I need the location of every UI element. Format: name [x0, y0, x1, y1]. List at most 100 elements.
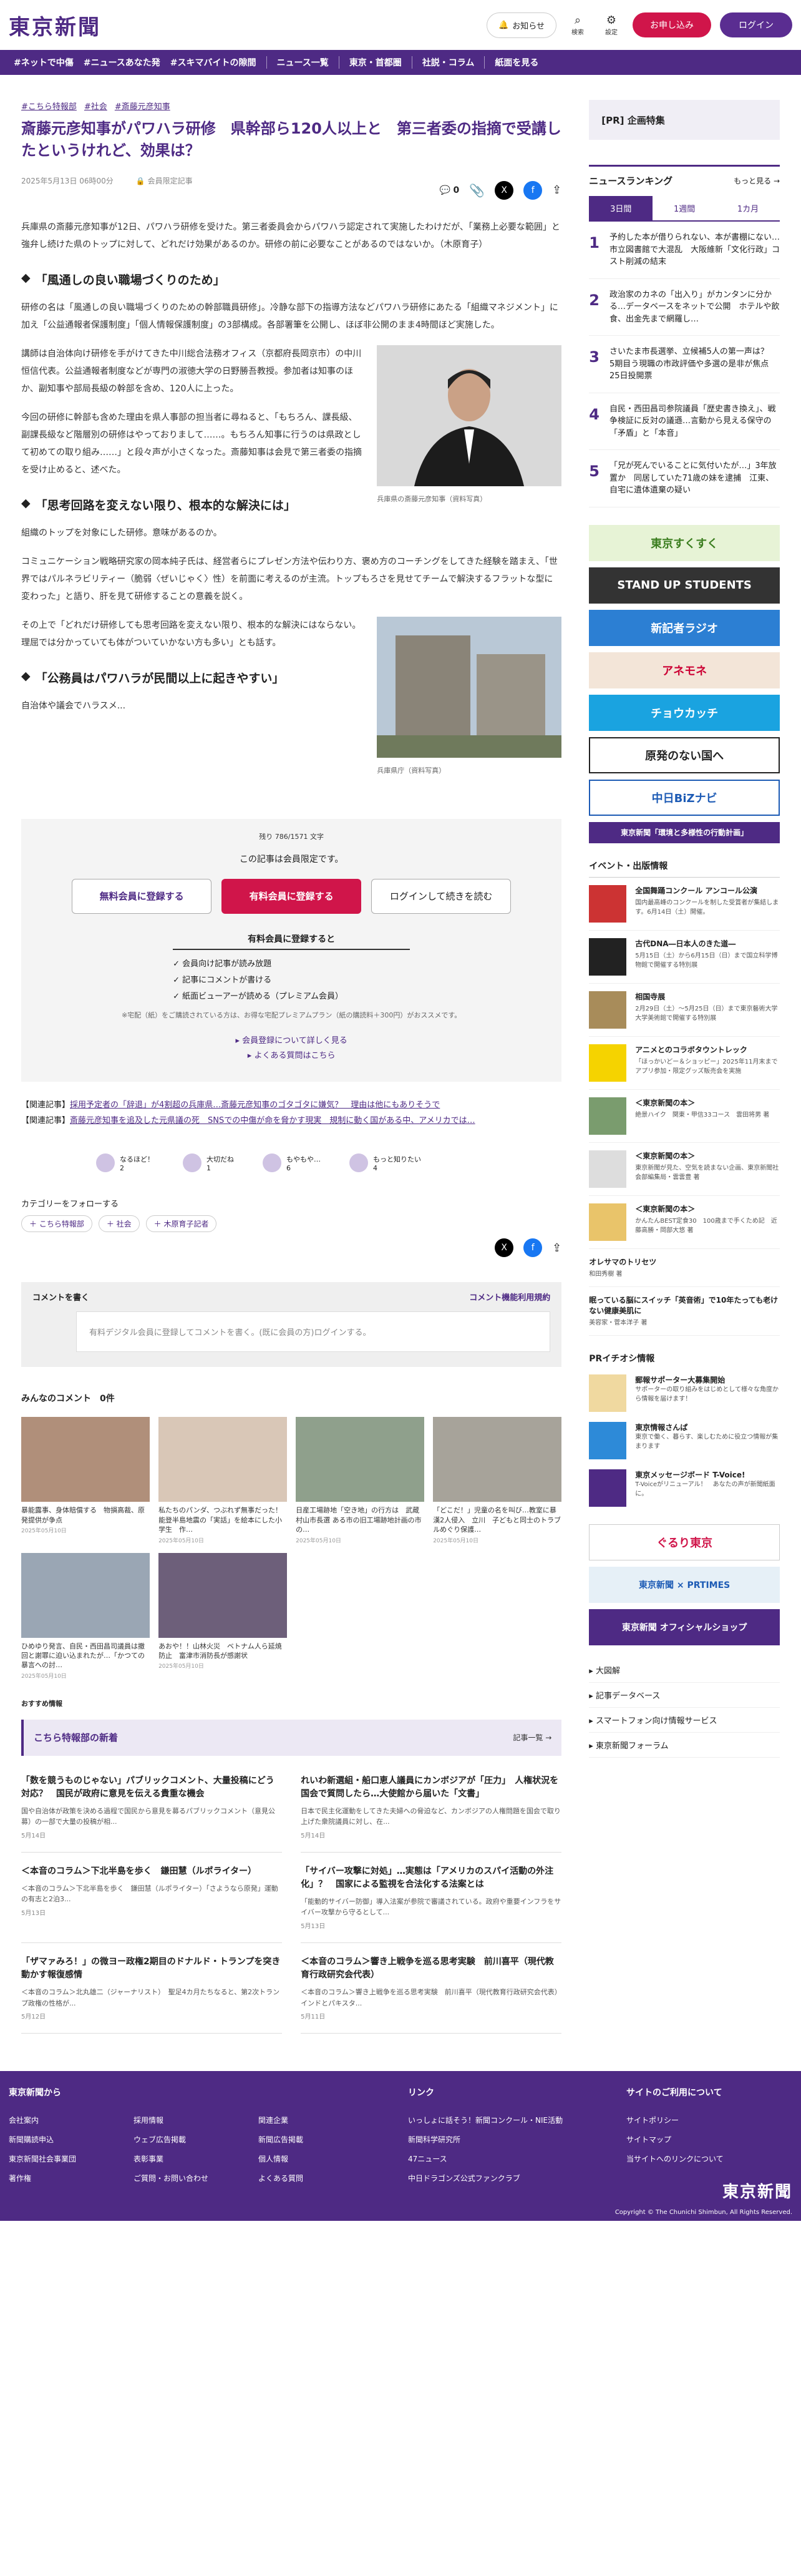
reaction-button[interactable]: なるほど！ 2 — [96, 1153, 154, 1173]
faq-link[interactable]: ▸ よくある質問はこちら — [46, 1049, 536, 1064]
banner[interactable]: 東京新聞 オフィシャルショップ — [589, 1609, 780, 1645]
tab-3days[interactable]: 3日間 — [589, 196, 653, 220]
follow-chip[interactable]: ＋ 社会 — [98, 1215, 140, 1233]
facebook-share-icon[interactable]: f — [523, 180, 543, 200]
banner[interactable]: 東京新聞 × PRTIMES — [589, 1566, 780, 1603]
channel-item[interactable]: 「サイバー攻撃に対処」…実態は「アメリカのスパイ活動の外注化」？ 国家による監視… — [301, 1853, 562, 1944]
banner[interactable]: 東京すくすく — [589, 524, 780, 561]
footer-link[interactable]: 個人情報 — [258, 2153, 358, 2164]
related-link[interactable]: 採用予定者の「辞退」が4割超の兵庫県…斎藤元彦知事のゴタゴタに嫌気？ 理由は他に… — [70, 1100, 440, 1110]
sidebar-link[interactable]: ▸ 東京新聞フォーラム — [589, 1733, 780, 1758]
footer-link[interactable]: ご質問・お問い合わせ — [134, 2173, 233, 2183]
thumb-card[interactable]: 私たちのパンダ、つぶれず無事だった！ 能登半島地震の「実話」を絵本にした小学生 … — [158, 1417, 289, 1544]
banner[interactable]: 新記者ラジオ — [589, 609, 780, 646]
nav-item[interactable]: #スキマバイトの隙間 — [170, 56, 256, 69]
banner[interactable]: STAND UP STUDENTS — [589, 567, 780, 604]
reaction-button[interactable]: もやもや… 6 — [263, 1153, 321, 1173]
channel-item[interactable]: 「ザマァみろ！」の微ヨー政権2期目のドナルド・トランプを突き動かす報復感情 ＜本音… — [21, 1943, 283, 2034]
banner[interactable]: 東京新聞「環境と多様性の行動計画」 — [589, 821, 780, 843]
footer-link[interactable]: 中日ドラゴンズ公式ファンクラブ — [408, 2173, 589, 2183]
footer-link[interactable]: ウェブ広告掲載 — [134, 2134, 233, 2145]
footer-link[interactable]: サイトポリシー — [626, 2115, 789, 2125]
nav-item[interactable]: 社説・コラム — [422, 56, 475, 69]
comment-input[interactable]: 有料デジタル会員に登録してコメントを書く。(既に会員の方)ログインする。 — [76, 1311, 551, 1353]
ranking-item[interactable]: 5 「兄が死んでいることに気付いたが…」3年放置か 同居していた71歳の妹を逮捕 … — [589, 450, 780, 507]
nav-item[interactable]: #ニュースあなた発 — [84, 56, 160, 69]
thumb-card[interactable]: あおや！！山林火災 ベトナム人ら延焼防止 富津市消防長が感謝状 2025年05月1… — [158, 1552, 288, 1680]
thumb-card[interactable]: 暴能露事、身体賠償する 物損高裁、原発提供が争点 2025年05月10日 — [21, 1417, 150, 1544]
event-item[interactable]: 全国舞踊コンクール アンコール公演 国内最高峰のコンクールを制した受賞者が集結しま… — [589, 878, 780, 931]
tag-link[interactable]: #社会 — [84, 100, 107, 112]
thumb-card[interactable]: ひめゆり発言、自民・西田昌司議員は撤回と謝罪に迫い込まれたが…「かつての暴言への… — [21, 1552, 150, 1680]
channel-item[interactable]: ＜本音のコラム＞響き上戦争を巡る思考実験 前川喜平（現代教育行政研究会代表） ＜本… — [301, 1943, 565, 2034]
footer-link[interactable]: 新聞広告掲載 — [258, 2134, 358, 2145]
thumb-card[interactable]: 「どこだ！」児童の名を叫び…教室に暴漢2人侵入 立川 子どもと同士のトラブルめぐ… — [433, 1417, 562, 1544]
tag-link[interactable]: #斎藤元彦知事 — [115, 100, 170, 112]
pr-item[interactable]: 東京メッセージボード T-Voice! T-Voiceがリニューアル！ あなたの声… — [589, 1469, 780, 1507]
login-button[interactable]: ログイン — [720, 12, 792, 37]
footer-link[interactable]: 当サイトへのリンクについて — [626, 2153, 789, 2164]
thumb-card[interactable]: 日産工場跡地「空き地」の行方は 武蔵村山市長選 ある市の旧工場跡地計画の市の… 2… — [296, 1417, 425, 1544]
event-item[interactable]: ＜東京新聞の本＞ 東京新聞が見た、空気を読まない企画、東京新聞社会部編集局・雲雲豊… — [589, 1143, 780, 1196]
channel-item[interactable]: れいわ新選組・船口恵人議員にカンボジアが「圧力」 人権状況を国会で質問したら…大… — [301, 1762, 562, 1853]
facebook-share-icon[interactable]: f — [523, 1238, 543, 1258]
nav-item[interactable]: #ネットで中傷 — [14, 56, 74, 69]
sidebar-link[interactable]: ▸ 記事データベース — [589, 1683, 780, 1708]
follow-chip[interactable]: ＋ こちら特報部 — [21, 1215, 92, 1233]
event-item[interactable]: 古代DNA―日本人のきた道― 5月15日（土）から6月15日（日）まで国立科学博物… — [589, 931, 780, 984]
channel-item[interactable]: 「数を競うものじゃない」パブリックコメント、大量投稿にどう対応？ 国民が政府に意… — [21, 1762, 283, 1853]
footer-link[interactable]: 会社案内 — [9, 2115, 109, 2125]
footer-link[interactable]: サイトマップ — [626, 2134, 789, 2145]
event-item[interactable]: 相国寺展 2月29日（土）～5月25日（日）まで東京藝術大学大学美術館で開催する特… — [589, 984, 780, 1037]
pr-item[interactable]: 東京情報さんぱ 東京で働く、暮らす、楽しむために役立つ情報が集まります — [589, 1421, 780, 1459]
ranking-item[interactable]: 1 予約した本が借りられない、本が書棚にない…市立図書館で大混乱 大阪維新「文化行… — [589, 222, 780, 279]
login-continue-button[interactable]: ログインして続きを読む — [371, 878, 512, 914]
related-link[interactable]: 斎藤元彦知事を追及した元県議の死 SNSでの中傷が命を脅かす現実 規制に動く国が… — [70, 1116, 475, 1125]
paid-signup-button[interactable]: 有料会員に登録する — [221, 878, 362, 914]
share-icon[interactable]: ⇪ — [552, 184, 561, 197]
ranking-item[interactable]: 2 政治家のカネの「出入り」がカンタンに分かる…データベースをネットで公開 ホテル… — [589, 279, 780, 336]
banner[interactable]: ぐるり東京 — [589, 1524, 780, 1560]
event-item[interactable]: 眠っている脳にスイッチ「英音術」で10年たっても老けない健康美肌に 美容家・菅本洋… — [589, 1287, 780, 1336]
footer-link[interactable]: 著作権 — [9, 2173, 109, 2183]
footer-link[interactable]: 関連企業 — [258, 2115, 358, 2125]
tab-1week[interactable]: 1週間 — [653, 196, 716, 220]
pr-special-header[interactable]: [PR] 企画特集 — [589, 100, 780, 140]
banner[interactable]: アネモネ — [589, 652, 780, 688]
footer-link[interactable]: 採用情報 — [134, 2115, 233, 2125]
event-item[interactable]: ＜東京新聞の本＞ 絶景ハイク 関東・甲信33コース 雲田将男 著 — [589, 1090, 780, 1143]
nav-item[interactable]: 東京・首都圏 — [349, 56, 402, 69]
free-signup-button[interactable]: 無料会員に登録する — [72, 878, 212, 914]
notice-button[interactable]: 🔔 お知らせ — [487, 12, 556, 38]
footer-link[interactable]: いっしょに話そう！新聞コンクール・NIE活動 — [408, 2115, 589, 2125]
nav-item[interactable]: ニュース一覧 — [277, 56, 329, 69]
footer-logo[interactable]: 東京新聞 — [722, 2179, 792, 2202]
ranking-more-link[interactable]: もっと見る → — [734, 175, 780, 186]
event-item[interactable]: ＜東京新聞の本＞ かんたんBEST定食30 100歳まで手くため記 近藤高勝・岡部… — [589, 1196, 780, 1249]
comment-policy-link[interactable]: コメント機能利用規約 — [469, 1291, 550, 1303]
channel-item[interactable]: ＜本音のコラム＞下北半島を歩く 鎌田慧（ルポライター） ＜本音のコラム＞下北半島を… — [21, 1853, 283, 1944]
pr-item[interactable]: 郵報サポーター大募集開始 サポーターの取り組みをはじめとして様々な角度から情報を届… — [589, 1374, 780, 1412]
tag-link[interactable]: #こちら特報部 — [21, 100, 77, 112]
banner[interactable]: 中日BiZナビ — [589, 779, 780, 816]
signup-button[interactable]: お申し込み — [633, 12, 711, 37]
sidebar-link[interactable]: ▸ 大図解 — [589, 1658, 780, 1683]
footer-link[interactable]: 東京新聞社会事業団 — [9, 2153, 109, 2164]
share-icon[interactable]: ⇪ — [552, 1241, 561, 1255]
site-logo[interactable]: 東京新聞 — [9, 10, 101, 41]
x-share-icon[interactable]: X — [495, 1238, 514, 1258]
sidebar-link[interactable]: ▸ スマートフォン向け情報サービス — [589, 1708, 780, 1733]
tab-1month[interactable]: 1カ月 — [716, 196, 780, 220]
nav-item[interactable]: 紙面を見る — [495, 56, 538, 69]
settings-button[interactable]: ⚙ 設定 — [599, 14, 624, 36]
channel-more-link[interactable]: 記事一覧 → — [513, 1732, 551, 1743]
ranking-item[interactable]: 3 さいたま市長選挙、立候補5人の第一声は？ 5期目う現職の市政評価や多選の是非が… — [589, 336, 780, 393]
comment-count[interactable]: 💬 0 — [440, 185, 460, 195]
reaction-button[interactable]: 大切だね 1 — [183, 1153, 234, 1173]
footer-link[interactable]: よくある質問 — [258, 2173, 358, 2183]
follow-chip[interactable]: ＋ 木原育子記者 — [145, 1215, 217, 1233]
event-item[interactable]: アニメとのコラボタウントレック 「ほっかいどー＆ショッピー」2025年11月末まで… — [589, 1037, 780, 1090]
footer-link[interactable]: 表彰事業 — [134, 2153, 233, 2164]
search-button[interactable]: ⌕ 検索 — [565, 14, 590, 36]
x-share-icon[interactable]: X — [495, 180, 514, 200]
